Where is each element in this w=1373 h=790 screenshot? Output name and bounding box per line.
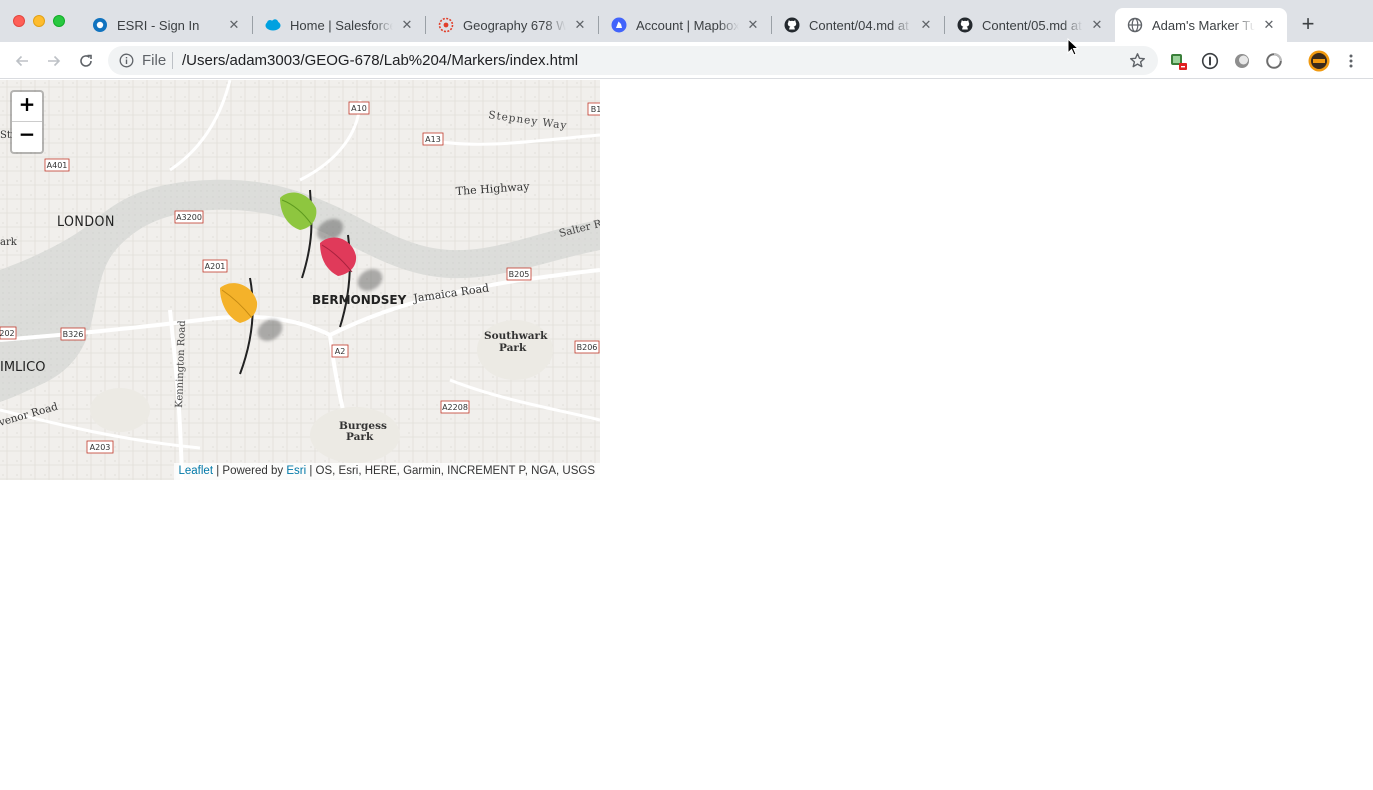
mouse-cursor-icon <box>1067 38 1079 56</box>
zoom-control: + − <box>10 90 44 154</box>
tab-strip: ESRI - Sign In ✕ Home | Salesforce ✕ Geo… <box>0 0 1373 42</box>
svg-text:202: 202 <box>0 329 15 338</box>
tab-title: Home | Salesforce <box>290 17 393 33</box>
zoom-out-button[interactable]: − <box>12 122 42 152</box>
tab-title: Content/04.md at r <box>809 17 912 33</box>
map-label-london: LONDON <box>57 214 115 230</box>
tab-close-icon[interactable]: ✕ <box>399 17 415 33</box>
svg-text:A2: A2 <box>335 347 346 356</box>
tab-title: Adam's Marker Tut <box>1152 17 1255 33</box>
map-label-park-left: ark <box>0 237 18 248</box>
svg-text:B326: B326 <box>63 330 84 339</box>
tab-content-04[interactable]: Content/04.md at r ✕ <box>772 8 944 42</box>
tab-close-icon[interactable]: ✕ <box>226 17 242 33</box>
tab-title: Content/05.md at r <box>982 17 1083 33</box>
road-shield: A203 <box>86 440 114 454</box>
forward-button[interactable] <box>44 51 64 71</box>
svg-text:B206: B206 <box>577 343 598 352</box>
road-shield: B206 <box>574 340 600 354</box>
map-label-burgess-2: Park <box>346 431 374 443</box>
tab-close-icon[interactable]: ✕ <box>1089 17 1105 33</box>
basemap-tiles: LONDON BERMONDSEY IMLICO ark Str The Hig… <box>0 80 600 480</box>
tab-close-icon[interactable]: ✕ <box>1261 17 1277 33</box>
profile-avatar-icon[interactable] <box>1307 49 1331 73</box>
back-button[interactable] <box>12 51 32 71</box>
tab-mapbox-account[interactable]: Account | Mapbox ✕ <box>599 8 771 42</box>
globe-icon <box>1127 17 1143 33</box>
url-scheme-label: File <box>142 52 167 69</box>
map-attribution: Leaflet | Powered by Esri | OS, Esri, HE… <box>173 463 600 480</box>
zoom-in-button[interactable]: + <box>12 92 42 122</box>
svg-text:A203: A203 <box>90 443 111 452</box>
extension-icon[interactable] <box>1168 51 1188 71</box>
sync-icon[interactable] <box>1264 51 1284 71</box>
salesforce-icon <box>265 17 281 33</box>
map-label-bermondsey: BERMONDSEY <box>312 293 407 307</box>
road-shield: A201 <box>202 259 228 273</box>
svg-text:A3200: A3200 <box>176 213 202 222</box>
tab-esri-sign-in[interactable]: ESRI - Sign In ✕ <box>80 8 252 42</box>
arrow-left-icon <box>15 55 28 67</box>
window-maximize-button[interactable] <box>53 15 65 27</box>
tab-title: ESRI - Sign In <box>117 17 200 33</box>
reload-icon <box>80 54 92 67</box>
leaflet-map[interactable]: LONDON BERMONDSEY IMLICO ark Str The Hig… <box>0 80 600 480</box>
road-shield: A13 <box>422 132 444 146</box>
svg-text:A10: A10 <box>351 104 367 113</box>
tab-title: Account | Mapbox <box>636 17 739 33</box>
address-bar[interactable]: File /Users/adam3003/GEOG-678/Lab%204/Ma… <box>108 46 1158 75</box>
tab-title: Geography 678 We <box>463 17 566 33</box>
new-tab-button[interactable]: + <box>1298 13 1318 35</box>
road-shield: A2 <box>331 344 349 358</box>
browser-toolbar: File /Users/adam3003/GEOG-678/Lab%204/Ma… <box>0 42 1373 79</box>
road-shield: A3200 <box>174 210 204 224</box>
road-shield: 202 <box>0 326 17 340</box>
circle-ext-icon[interactable] <box>1232 51 1252 71</box>
tab-adams-marker-tutorial[interactable]: Adam's Marker Tut ✕ <box>1115 8 1287 42</box>
svg-text:A2208: A2208 <box>442 403 468 412</box>
tab-close-icon[interactable]: ✕ <box>918 17 934 33</box>
omnibox-divider <box>172 52 173 69</box>
page-content: LONDON BERMONDSEY IMLICO ark Str The Hig… <box>0 80 1373 790</box>
reload-button[interactable] <box>76 51 96 71</box>
tab-salesforce[interactable]: Home | Salesforce ✕ <box>253 8 425 42</box>
svg-text:B205: B205 <box>509 270 530 279</box>
road-shield: B326 <box>60 327 86 341</box>
map-label-southwark-park: Southwark <box>484 330 548 342</box>
password-icon[interactable] <box>1200 51 1220 71</box>
window-minimize-button[interactable] <box>33 15 45 27</box>
tab-geography-678[interactable]: Geography 678 We ✕ <box>426 8 598 42</box>
github-icon <box>957 17 973 33</box>
esri-link[interactable]: Esri <box>286 465 306 477</box>
svg-text:A201: A201 <box>205 262 226 271</box>
github-icon <box>784 17 800 33</box>
road-shield: B205 <box>506 267 532 281</box>
svg-text:A13: A13 <box>425 135 441 144</box>
tab-content-05[interactable]: Content/05.md at r ✕ <box>945 8 1115 42</box>
url-text[interactable]: /Users/adam3003/GEOG-678/Lab%204/Markers… <box>182 52 578 69</box>
map-label-pimlico: IMLICO <box>0 360 45 375</box>
road-shield: A401 <box>44 158 70 172</box>
arrow-right-icon <box>48 55 61 67</box>
attribution-sources: | OS, Esri, HERE, Garmin, INCREMENT P, N… <box>306 465 595 477</box>
bookmark-star-icon[interactable] <box>1129 52 1146 69</box>
road-shield: A2208 <box>440 400 470 414</box>
map-label-southwark-park-2: Park <box>499 342 527 354</box>
canvas-icon <box>438 17 454 33</box>
menu-icon[interactable] <box>1341 51 1361 71</box>
tab-close-icon[interactable]: ✕ <box>572 17 588 33</box>
mapbox-icon <box>611 17 627 33</box>
window-close-button[interactable] <box>13 15 25 27</box>
site-info-icon[interactable] <box>119 53 134 68</box>
attribution-text: | Powered by <box>213 465 287 477</box>
svg-text:B1: B1 <box>591 105 600 114</box>
road-shield: B1 <box>587 102 600 116</box>
svg-text:A401: A401 <box>47 161 68 170</box>
leaflet-link[interactable]: Leaflet <box>179 465 214 477</box>
tab-close-icon[interactable]: ✕ <box>745 17 761 33</box>
road-shield: A10 <box>348 101 370 115</box>
esri-icon <box>92 17 108 33</box>
